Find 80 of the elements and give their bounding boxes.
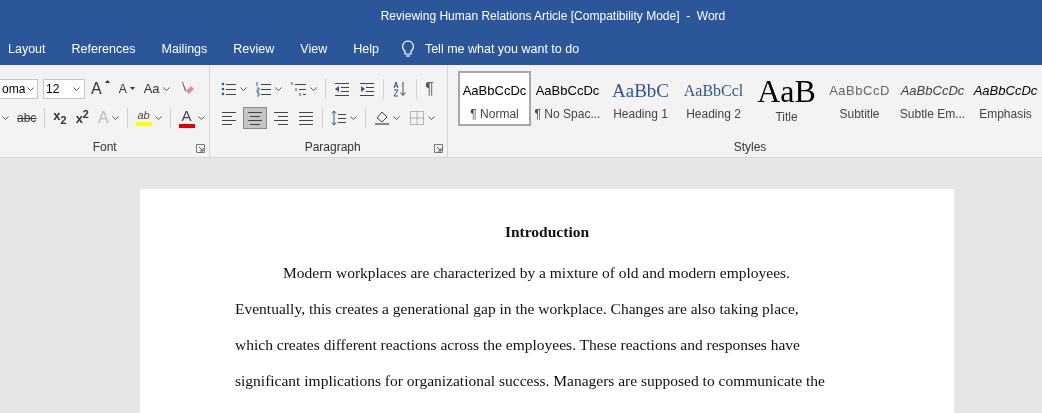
paint-bucket-icon [374,109,391,126]
style-name: Subtitle [839,107,880,121]
document-heading: Introduction [503,223,591,241]
decrease-indent-icon [334,80,351,97]
window-title: Reviewing Human Relations Article [Compatibility Mode] - Word [380,9,726,23]
style-option[interactable]: AaBbC Heading 1 [604,71,677,126]
lightbulb-icon [400,39,415,58]
ribbon-tab[interactable]: Mailings [161,41,208,56]
style-name: Emphasis [979,107,1032,121]
caret-icon [162,86,170,91]
caret-icon [310,86,318,91]
style-name: Title [775,110,798,124]
style-preview: AaBbC [612,81,669,101]
caret-icon [393,115,401,120]
justify-icon [298,109,315,126]
line-spacing-icon [331,109,348,126]
font-name-box[interactable]: oma [0,78,38,99]
style-name: Heading 2 [686,107,741,121]
style-preview: AaBbCcDc [900,82,965,100]
shrink-font-button[interactable]: A [115,77,138,100]
caret-up-icon [104,79,110,83]
ribbon-tab[interactable]: Help [353,41,379,56]
document-paragraph: Modern workplaces are characterized by a mixture of old and modern employees. Eventually, this creates a generational gap in the workplace. Changes are also taking place, which creates different reactions across the employees. These reactions and responses have significant implications for organizational success. Managers are supposed to communicate the [235,263,826,391]
style-name: ¶ No Spac... [534,107,601,121]
caret-icon [154,115,162,120]
caret-icon [275,86,283,91]
style-option[interactable]: AaBbCcD Subtitle [823,71,896,126]
bullets-icon [221,80,238,97]
grow-font-button[interactable]: A [88,77,113,100]
group-label: Font [92,140,117,154]
style-preview: AaBbCcDc [973,82,1038,100]
font-size-box[interactable]: 12 [43,78,85,99]
numbering-icon [256,80,273,97]
align-left-icon [221,109,238,126]
caret-icon [197,115,205,120]
align-center-button[interactable] [243,106,268,129]
ribbon-tab[interactable]: Review [233,41,275,56]
tell-me-search[interactable]: Tell me what you want to do [400,39,625,58]
caret-icon [27,86,35,91]
borders-icon [409,109,426,126]
style-option[interactable]: AaBbCcDc Emphasis [969,71,1042,126]
style-name: ¶ Normal [470,107,519,121]
style-preview: AaB [757,81,816,104]
caret-icon [350,115,358,120]
multilevel-list-icon [291,80,308,97]
style-option[interactable]: AaB Title [750,71,823,126]
align-center-icon [247,109,264,126]
ribbon-tab[interactable]: Layout [8,41,46,56]
caret-icon [240,86,248,91]
caret-icon [73,86,80,91]
style-preview: AaBbCcDc [462,82,527,100]
font-color-button[interactable]: A [175,106,208,129]
change-case-button[interactable]: Aa [140,77,173,100]
dialog-launcher-icon [434,144,443,153]
increase-indent-icon [359,80,376,97]
style-preview: AaBbCcD [829,82,890,100]
caret-icon [111,115,119,120]
sort-icon [392,80,409,97]
style-preview: AaBbCcl [683,81,744,101]
strikethrough-button[interactable]: abc [14,106,40,129]
caret-down-icon [129,87,135,90]
dialog-launcher-icon [196,144,206,153]
group-label: Styles [733,140,767,154]
caret-icon [2,115,9,120]
style-option[interactable]: AaBbCcl Heading 2 [677,71,750,126]
style-option[interactable]: AaBbCcDc ¶ No Spac... [531,71,604,126]
ribbon-tab[interactable]: View [300,41,328,56]
style-preview: AaBbCcDc [535,82,600,100]
style-name: Subtle Em... [899,107,966,121]
subscript-button[interactable]: x$_{2}$ [50,106,70,129]
style-name: Heading 1 [613,107,668,121]
caret-icon [428,115,436,120]
ribbon-tab[interactable]: References [71,41,136,56]
superscript-button[interactable]: x$^{2}$ [72,106,92,129]
show-formatting-button[interactable]: ¶ [422,77,437,100]
style-option[interactable]: AaBbCcDc Subtle Em... [896,71,969,126]
group-label: Paragraph [304,140,361,154]
highlight-button[interactable]: ab [132,106,165,129]
align-right-icon [273,109,290,126]
style-option[interactable]: AaBbCcDc ¶ Normal [458,71,531,126]
